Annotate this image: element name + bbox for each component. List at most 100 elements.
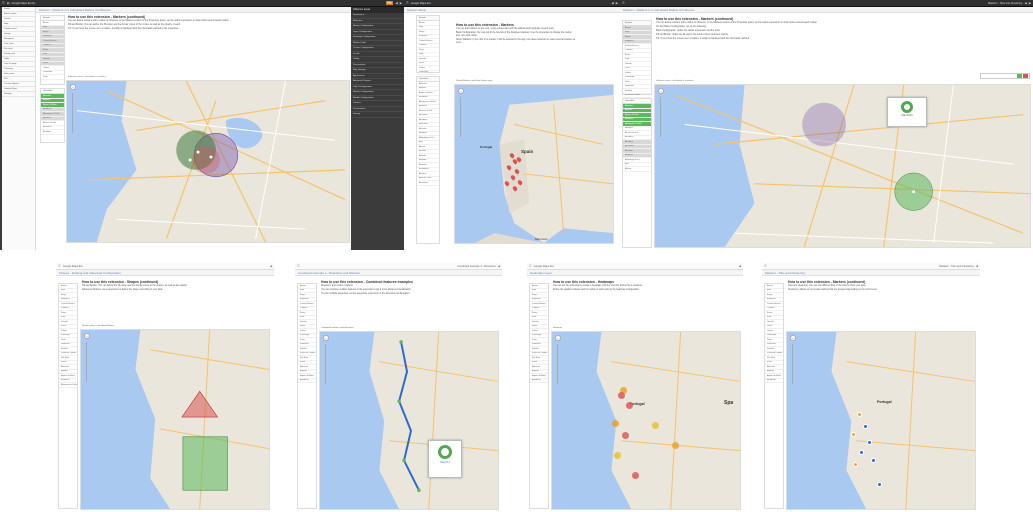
confirm-icon[interactable] — [1017, 74, 1022, 78]
browser-tab[interactable]: Google Maps Ext — [63, 265, 83, 268]
zoom-slider[interactable] — [792, 344, 793, 384]
filter-list[interactable]: Aveiro Beja Braga Bragança Castelo Branco Coi… — [529, 283, 549, 509]
qlik-logo-icon — [438, 445, 452, 459]
filter-concelho[interactable]: Concelho Abrantes Águeda Aguiar da Beira Al… — [622, 98, 652, 248]
description-text: How to use this extension - Markers (con… — [788, 280, 976, 326]
zoom-slider[interactable] — [86, 342, 87, 382]
filter-distrito[interactable]: Distrito Aveiro Beja Braga Bragança Castelo … — [622, 20, 652, 98]
toolbar: ☰ ▤ Google Maps Ext Qv Edit ◀ ▶ — [0, 0, 404, 7]
back-icon[interactable]: ◀ — [498, 264, 500, 268]
filter-concelho[interactable]: Concelho Abrantes Águeda Aguiar da Beira Al… — [40, 88, 65, 143]
heat-point — [618, 392, 625, 399]
map[interactable]: + Portugal Spa — [551, 331, 741, 510]
filter-item[interactable]: Aljezur — [623, 167, 651, 172]
marker-popup[interactable]: Qlik World — [887, 97, 927, 127]
zoom-control[interactable]: + — [70, 84, 76, 90]
cluster-marker[interactable] — [853, 462, 858, 467]
zoom-control[interactable]: + — [658, 88, 664, 94]
filter-distrito[interactable]: Distrito Aveiro Beja Braga Bragança Castelo … — [416, 15, 440, 75]
clear-icon[interactable] — [1023, 74, 1028, 78]
map-graphic — [320, 332, 498, 509]
zoom-control[interactable]: + — [790, 335, 796, 341]
menu-icon[interactable]: ☰ — [2, 1, 5, 5]
cluster-marker[interactable] — [877, 482, 882, 487]
filter-item[interactable]: Portalegre — [417, 71, 439, 75]
heading: How to use this extension - Combined fea… — [321, 280, 413, 284]
filter-item[interactable]: Alandroal — [765, 379, 783, 383]
filter-list[interactable]: Aveiro Beja Braga Bragança Castelo Branco Coi… — [297, 283, 317, 509]
cluster-marker[interactable] — [859, 450, 864, 455]
map-caption: Shapes with a Calculated Radius — [82, 325, 115, 327]
browser-tab[interactable]: Google Maps Ext — [534, 265, 554, 268]
back-icon[interactable]: ◀ — [1024, 1, 1026, 5]
zoom-slider[interactable] — [72, 93, 73, 133]
panel-item[interactable]: Sorting — [351, 112, 404, 118]
paragraph: Tip: If you hover the mouse over a marke… — [68, 28, 179, 30]
map[interactable]: + Stop # 1 — [319, 331, 499, 510]
back-icon[interactable]: ◀ — [395, 1, 397, 5]
zoom-control[interactable]: + — [555, 335, 561, 341]
map[interactable]: + Qlik World — [654, 84, 1031, 248]
heat-point — [622, 432, 629, 439]
description-text: How to use this extension - Shapes (cont… — [82, 280, 270, 320]
zoom-slider[interactable] — [325, 344, 326, 384]
browser-tab[interactable]: Combined example 1 - Directions — [457, 265, 495, 268]
zoom-control[interactable]: + — [84, 333, 90, 339]
map[interactable]: + Portugal — [786, 331, 976, 510]
zoom-control[interactable]: + — [323, 335, 329, 341]
filter-list[interactable]: Aveiro Beja Braga Bragança Castelo Branco Coi… — [764, 283, 784, 509]
forward-icon[interactable]: ▶ — [1029, 1, 1031, 5]
cluster-marker[interactable] — [857, 412, 862, 417]
edit-button[interactable]: Edit — [385, 1, 394, 5]
toolbar: ☰ Combined example 1 - Directions ◀ — [295, 263, 502, 270]
filter-distrito[interactable]: Distrito Aveiro Beja Braga Bragança Castelo … — [40, 15, 65, 85]
filter-item[interactable]: Alandroal — [530, 379, 548, 383]
back-icon[interactable]: ◀ — [739, 264, 741, 268]
browser-tab[interactable]: Google Maps Ext Qv — [12, 2, 36, 5]
menu-icon[interactable]: ☰ — [529, 264, 532, 268]
menu-icon[interactable]: ☰ — [297, 264, 300, 268]
browser-tab[interactable]: Google Maps Ext — [411, 2, 431, 5]
back-icon[interactable]: ◀ — [611, 1, 613, 5]
panel-item[interactable]: Settings — [2, 92, 35, 97]
menu-icon[interactable]: ☰ — [622, 1, 625, 5]
app-icon[interactable]: ▤ — [7, 1, 10, 5]
toolbar: ☰ Google Maps Ext ◀ — [56, 263, 274, 270]
filter-item[interactable]: Alcobaça — [41, 130, 64, 135]
cluster-marker[interactable] — [863, 424, 868, 429]
map-caption: Default Markers with Info (hover map) — [456, 80, 493, 82]
menu-icon[interactable]: ☰ — [406, 1, 409, 5]
forward-icon[interactable]: ▶ — [400, 1, 402, 5]
zoom-slider[interactable] — [460, 97, 461, 137]
filter-item[interactable]: Alvaiázere — [417, 181, 439, 186]
browser-tab[interactable]: Markers - Tiles and Clustering — [988, 2, 1022, 5]
cluster-marker[interactable] — [851, 432, 856, 437]
popup-text: Stop # 1 — [440, 461, 450, 464]
map-caption: Heatmap — [553, 327, 562, 329]
map[interactable]: + Portugal Spain Marrocos — [454, 84, 614, 244]
menu-icon[interactable]: ☰ — [58, 264, 61, 268]
search-input[interactable] — [980, 73, 1030, 79]
zoom-control[interactable]: + — [458, 88, 464, 94]
filter-concelho[interactable]: Concelho Abrantes Águeda Aguiar da Beira Al… — [416, 76, 440, 244]
heading: How to use this extension - Heatmaps — [553, 280, 615, 284]
filter-list[interactable]: Aveiro Beja Braga Bragança Castelo Branco Coi… — [58, 283, 78, 509]
map-graphic — [455, 85, 613, 243]
filter-item[interactable]: Albergaria-a-Velha — [59, 383, 77, 388]
toolbar: ☰ Markers - Tiles and Clustering ◀ ▶ — [620, 0, 1033, 7]
back-icon[interactable]: ◀ — [976, 264, 978, 268]
filter-item[interactable]: Alandroal — [298, 379, 316, 383]
forward-icon[interactable]: ▶ — [616, 1, 618, 5]
cluster-marker[interactable] — [867, 440, 872, 445]
map[interactable]: + — [80, 329, 270, 510]
zoom-slider[interactable] — [660, 97, 661, 137]
marker-popup[interactable]: Stop # 1 — [428, 440, 462, 478]
paragraph: You can combine multiple features of the… — [321, 289, 412, 291]
zoom-slider[interactable] — [557, 344, 558, 384]
cluster-marker[interactable] — [871, 458, 876, 463]
menu-icon[interactable]: ☰ — [764, 264, 767, 268]
filter-item[interactable]: Porto — [41, 75, 64, 80]
browser-tab[interactable]: Markers - Tiles and Clustering — [939, 265, 973, 268]
back-icon[interactable]: ◀ — [270, 264, 272, 268]
map[interactable]: + — [66, 80, 350, 243]
